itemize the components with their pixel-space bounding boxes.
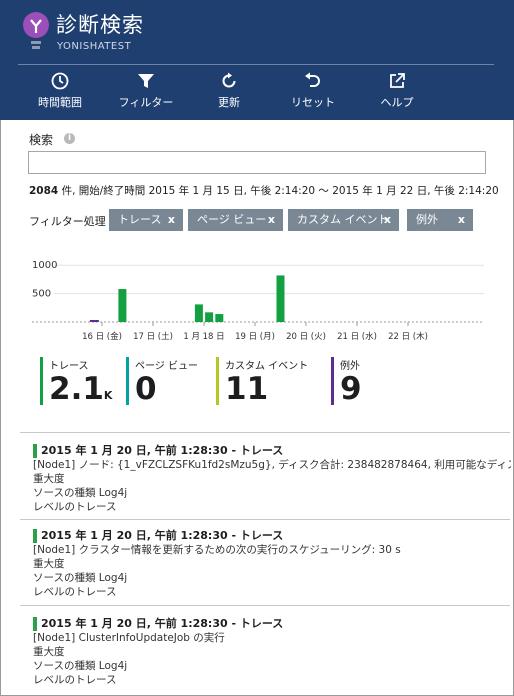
lightbulb-icon [23,12,49,49]
external-link-icon [390,73,405,88]
event-source: ソースの種類 Log4j [33,487,128,499]
event-message: [Node1] ClusterInfoUpdateJob の実行 [33,632,225,644]
chart-bar [89,320,99,322]
reset-button[interactable]: リセット [273,72,353,110]
stat-page-view[interactable]: ページ ビュー 0 [126,357,198,406]
help-button[interactable]: ヘルプ [357,72,437,110]
stat-label: ページ ビュー [135,361,198,372]
x-tick-label: 1 月 18 日 [183,332,224,342]
x-tick-label: 17 日 (土) [133,331,173,342]
filter-label: フィルター処理 [29,215,106,228]
event-level: レベルのトレース [33,586,117,598]
event-title: 2015 年 1 月 20 日, 午前 1:28:30 - トレース [33,617,511,631]
event-title: 2015 年 1 月 20 日, 午前 1:28:30 - トレース [33,529,511,543]
stat-label: 例外 [340,361,360,372]
result-count: 2084 [29,185,59,197]
filter-button[interactable]: フィルター [106,72,186,110]
chart-bar [118,289,127,322]
stat-custom-event[interactable]: カスタム イベント 11 [216,357,309,406]
event-severity: 重大度 [33,473,65,485]
event-severity: 重大度 [33,558,65,570]
result-summary: 2084 件, 開始/終了時間 2015 年 1 月 15 日, 午後 2:14… [29,183,499,198]
filter-label: フィルター [118,96,174,109]
events-divider [20,432,510,433]
time-range-text: 件, 開始/終了時間 2015 年 1 月 15 日, 午後 2:14:20 ～… [58,185,499,197]
blade-header: 診断検索 YONISHATEST 時間範囲 フィルター 更新 リセット ヘルプ [0,0,514,120]
stat-label: トレース [49,361,89,372]
remove-filter-icon[interactable]: x [168,209,175,231]
undo-icon [305,72,320,87]
header-divider [18,64,494,65]
remove-filter-icon[interactable]: x [384,209,391,231]
event-level: レベルのトレース [33,501,117,513]
filter-chip-trace[interactable]: トレース x [109,209,183,231]
chart-bar [215,314,224,322]
event-level: レベルのトレース [33,674,117,686]
event-source: ソースの種類 Log4j [33,660,128,672]
filter-chip-page-view[interactable]: ページ ビュー x [188,209,283,231]
x-tick-label: 16 日 (金) [82,331,122,342]
event-message: [Node1] ノード: {1_vFZCLZSFKu1fd2sMzu5g}, デ… [33,459,511,471]
refresh-button[interactable]: 更新 [189,72,269,110]
page-title: 診断検索 [56,13,144,37]
event-divider [20,519,510,520]
event-item[interactable]: 2015 年 1 月 20 日, 午前 1:28:30 - トレース [Node… [33,444,511,514]
search-input[interactable] [28,151,486,174]
chart-bar [276,275,285,322]
filter-chip-exception[interactable]: 例外 x [407,209,473,231]
stat-exception[interactable]: 例外 9 [331,357,362,406]
search-label: 検索 [29,133,54,147]
event-item[interactable]: 2015 年 1 月 20 日, 午前 1:28:30 - トレース [Node… [33,529,511,599]
x-tick-label: 22 日 (木) [388,331,428,342]
time-range-button[interactable]: 時間範囲 [20,72,100,110]
filter-icon [138,74,154,88]
y-tick-label: 1000 [32,260,57,271]
stat-value: 2.1K [49,371,113,407]
x-tick-label: 19 日 (月) [235,332,275,342]
filter-chip-label: ページ ビュー [197,213,267,226]
event-severity: 重大度 [33,646,65,658]
time-range-label: 時間範囲 [38,96,82,109]
stat-value: 9 [340,371,362,407]
event-item[interactable]: 2015 年 1 月 20 日, 午前 1:28:30 - トレース [Node… [33,617,511,687]
refresh-label: 更新 [218,96,240,109]
info-icon[interactable]: i [64,133,75,144]
resource-name: YONISHATEST [57,41,132,52]
filter-chip-label: カスタム イベント [297,213,389,226]
x-tick-label: 21 日 (水) [337,331,377,342]
y-tick-label: 500 [32,289,51,300]
chart-bar [194,304,203,322]
stat-value: 11 [225,371,269,407]
filter-chip-label: トレース [118,213,162,226]
event-volume-chart[interactable]: 1000 500 16 日 (金) 17 日 (土) 1 月 18 日 19 日 (月) 2… [28,247,488,347]
help-label: ヘルプ [380,96,414,109]
event-source: ソースの種類 Log4j [33,572,128,584]
filter-chip-custom-event[interactable]: カスタム イベント x [288,209,399,231]
event-divider [20,605,510,606]
x-tick-label: 20 日 (火) [286,332,326,342]
chart-bar [205,312,214,322]
reset-label: リセット [291,96,335,109]
stat-label: カスタム イベント [225,361,309,372]
stat-trace[interactable]: トレース 2.1K [40,357,112,406]
refresh-icon [222,72,236,88]
clock-icon [51,72,69,90]
remove-filter-icon[interactable]: x [268,209,275,231]
event-message: [Node1] クラスター情報を更新するための次の実行のスケジューリング: 30… [33,544,401,556]
filter-chip-label: 例外 [416,213,438,226]
remove-filter-icon[interactable]: x [458,209,465,231]
stat-value: 0 [135,371,157,407]
event-title: 2015 年 1 月 20 日, 午前 1:28:30 - トレース [33,444,511,458]
